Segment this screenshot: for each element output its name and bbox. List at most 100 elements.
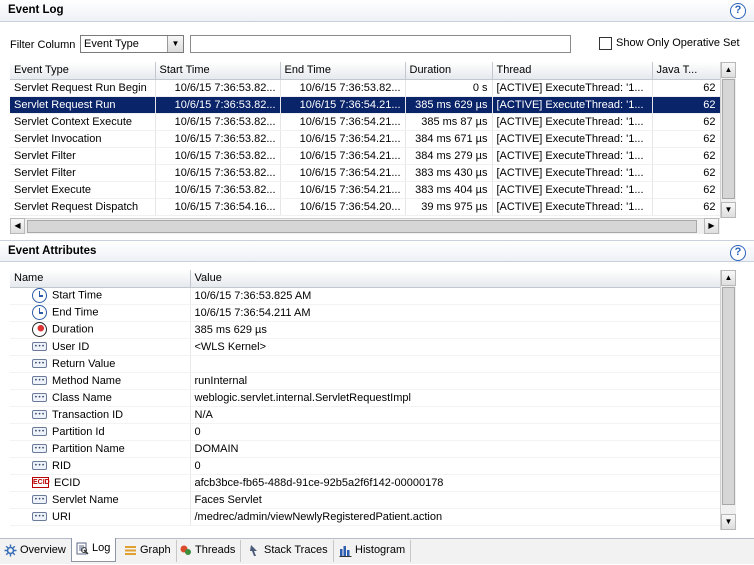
cell-end: 10/6/15 7:36:53.82... xyxy=(280,79,406,97)
table-row[interactable]: Servlet Request Run Begin 10/6/15 7:36:5… xyxy=(10,79,721,97)
table-row[interactable]: Servlet Execute 10/6/15 7:36:53.82... 10… xyxy=(10,181,721,199)
cell-java: 62 xyxy=(652,181,721,199)
cell-java: 62 xyxy=(652,198,721,216)
cell-thread: [ACTIVE] ExecuteThread: '1... xyxy=(492,79,653,97)
horizontal-scroll-thumb[interactable] xyxy=(27,220,697,233)
tab-threads[interactable]: Threads xyxy=(175,540,242,562)
tab-overview[interactable]: Overview xyxy=(0,540,72,562)
table-row[interactable]: Servlet Request Dispatch 10/6/15 7:36:54… xyxy=(10,198,721,216)
show-operative-checkbox[interactable] xyxy=(599,37,612,50)
cell-start: 10/6/15 7:36:53.82... xyxy=(155,147,281,165)
scroll-left-icon[interactable]: ◀ xyxy=(10,218,25,234)
table-row-selected[interactable]: Servlet Request Run 10/6/15 7:36:53.82..… xyxy=(10,96,721,114)
attribute-row[interactable]: ••• URI /medrec/admin/viewNewlyRegistered… xyxy=(10,508,721,526)
event-log-horizontal-scrollbar[interactable]: ◀ ▶ xyxy=(10,218,720,234)
tab-stack-traces[interactable]: Stack Traces xyxy=(244,540,334,562)
show-operative-label: Show Only Operative Set xyxy=(616,37,740,49)
scroll-up-icon[interactable]: ▲ xyxy=(721,270,736,286)
col-duration[interactable]: Duration xyxy=(405,62,493,80)
ecid-icon: ECID xyxy=(32,477,50,489)
cell-thread: [ACTIVE] ExecuteThread: '1... xyxy=(492,198,653,216)
attribute-row[interactable]: ••• Servlet Name Faces Servlet xyxy=(10,491,721,509)
clock-icon xyxy=(32,288,47,303)
attribute-value xyxy=(190,355,721,373)
attribute-row[interactable]: ••• Class Name weblogic.servlet.internal.… xyxy=(10,389,721,407)
cell-duration: 0 s xyxy=(405,79,493,97)
tab-label: Histogram xyxy=(355,544,406,556)
attribute-name: End Time xyxy=(52,306,99,319)
event-attributes-header: Event Attributes ? xyxy=(0,240,754,262)
cell-event-type: Servlet Execute xyxy=(10,181,156,199)
attribute-name: User ID xyxy=(52,340,90,353)
attribute-row[interactable]: ••• Transaction ID N/A xyxy=(10,406,721,424)
tab-label: Overview xyxy=(20,544,66,556)
help-icon[interactable]: ? xyxy=(730,3,746,19)
scroll-thumb[interactable] xyxy=(722,79,735,199)
graph-icon xyxy=(124,544,137,557)
cell-start: 10/6/15 7:36:53.82... xyxy=(155,96,281,114)
attribute-row[interactable]: ECID ECID afcb3bce-fb65-488d-91ce-92b5a2f… xyxy=(10,474,721,492)
cell-event-type: Servlet Context Execute xyxy=(10,113,156,131)
cell-thread: [ACTIVE] ExecuteThread: '1... xyxy=(492,96,653,114)
tab-histogram[interactable]: Histogram xyxy=(335,540,412,562)
filter-column-select[interactable]: Event Type ▼ xyxy=(80,35,184,53)
scroll-down-icon[interactable]: ▼ xyxy=(721,514,736,530)
cell-java: 62 xyxy=(652,164,721,182)
help-icon[interactable]: ? xyxy=(730,245,746,261)
filter-text-input[interactable] xyxy=(190,35,571,53)
cell-end: 10/6/15 7:36:54.21... xyxy=(280,181,406,199)
table-row[interactable]: Servlet Context Execute 10/6/15 7:36:53.… xyxy=(10,113,721,131)
scroll-thumb[interactable] xyxy=(722,287,735,505)
cell-duration: 383 ms 430 µs xyxy=(405,164,493,182)
table-row[interactable]: Servlet Filter 10/6/15 7:36:53.82... 10/… xyxy=(10,147,721,165)
attribute-value: Faces Servlet xyxy=(190,491,721,509)
cell-thread: [ACTIVE] ExecuteThread: '1... xyxy=(492,147,653,165)
attribute-row[interactable]: Duration 385 ms 629 µs xyxy=(10,321,721,339)
cell-event-type: Servlet Filter xyxy=(10,164,156,182)
col-java-thread[interactable]: Java T... xyxy=(652,62,721,80)
tab-log[interactable]: Log xyxy=(71,538,117,562)
col-value[interactable]: Value xyxy=(190,270,721,288)
col-end-time[interactable]: End Time xyxy=(280,62,406,80)
field-icon: ••• xyxy=(32,444,47,454)
col-thread[interactable]: Thread xyxy=(492,62,653,80)
cell-end: 10/6/15 7:36:54.21... xyxy=(280,130,406,148)
attribute-value: afcb3bce-fb65-488d-91ce-92b5a2f6f142-000… xyxy=(190,474,721,492)
field-icon: ••• xyxy=(32,512,47,522)
col-start-time[interactable]: Start Time xyxy=(155,62,281,80)
col-name[interactable]: Name xyxy=(10,270,191,288)
event-log-header-row: Event Type Start Time End Time Duration … xyxy=(10,62,721,80)
scroll-up-icon[interactable]: ▲ xyxy=(721,62,736,78)
attribute-row[interactable]: Start Time 10/6/15 7:36:53.825 AM xyxy=(10,287,721,305)
cell-end: 10/6/15 7:36:54.20... xyxy=(280,198,406,216)
chevron-down-icon[interactable]: ▼ xyxy=(167,36,183,52)
cell-start: 10/6/15 7:36:54.16... xyxy=(155,198,281,216)
attribute-row[interactable]: ••• Method Name runInternal xyxy=(10,372,721,390)
attribute-value: <WLS Kernel> xyxy=(190,338,721,356)
event-attributes-vertical-scrollbar[interactable]: ▲ ▼ xyxy=(720,270,736,530)
attribute-row[interactable]: ••• Partition Name DOMAIN xyxy=(10,440,721,458)
overview-icon xyxy=(4,544,17,557)
attribute-row[interactable]: ••• RID 0 xyxy=(10,457,721,475)
cell-java: 62 xyxy=(652,113,721,131)
tab-graph[interactable]: Graph xyxy=(120,540,177,562)
scroll-right-icon[interactable]: ▶ xyxy=(704,218,719,234)
field-icon: ••• xyxy=(32,359,47,369)
timer-icon xyxy=(32,322,47,337)
attribute-name: Method Name xyxy=(52,374,122,387)
cell-thread: [ACTIVE] ExecuteThread: '1... xyxy=(492,164,653,182)
event-log-vertical-scrollbar[interactable]: ▲ ▼ xyxy=(720,62,736,218)
attribute-row[interactable]: ••• Partition Id 0 xyxy=(10,423,721,441)
scroll-down-icon[interactable]: ▼ xyxy=(721,202,736,218)
attribute-row[interactable]: End Time 10/6/15 7:36:54.211 AM xyxy=(10,304,721,322)
table-row[interactable]: Servlet Filter 10/6/15 7:36:53.82... 10/… xyxy=(10,164,721,182)
attribute-name: RID xyxy=(52,459,71,472)
cell-event-type: Servlet Request Run xyxy=(10,96,156,114)
attribute-row[interactable]: ••• Return Value xyxy=(10,355,721,373)
col-event-type[interactable]: Event Type xyxy=(10,62,156,80)
cell-thread: [ACTIVE] ExecuteThread: '1... xyxy=(492,181,653,199)
cell-end: 10/6/15 7:36:54.21... xyxy=(280,113,406,131)
tab-label: Stack Traces xyxy=(264,544,328,556)
attribute-row[interactable]: ••• User ID <WLS Kernel> xyxy=(10,338,721,356)
table-row[interactable]: Servlet Invocation 10/6/15 7:36:53.82...… xyxy=(10,130,721,148)
